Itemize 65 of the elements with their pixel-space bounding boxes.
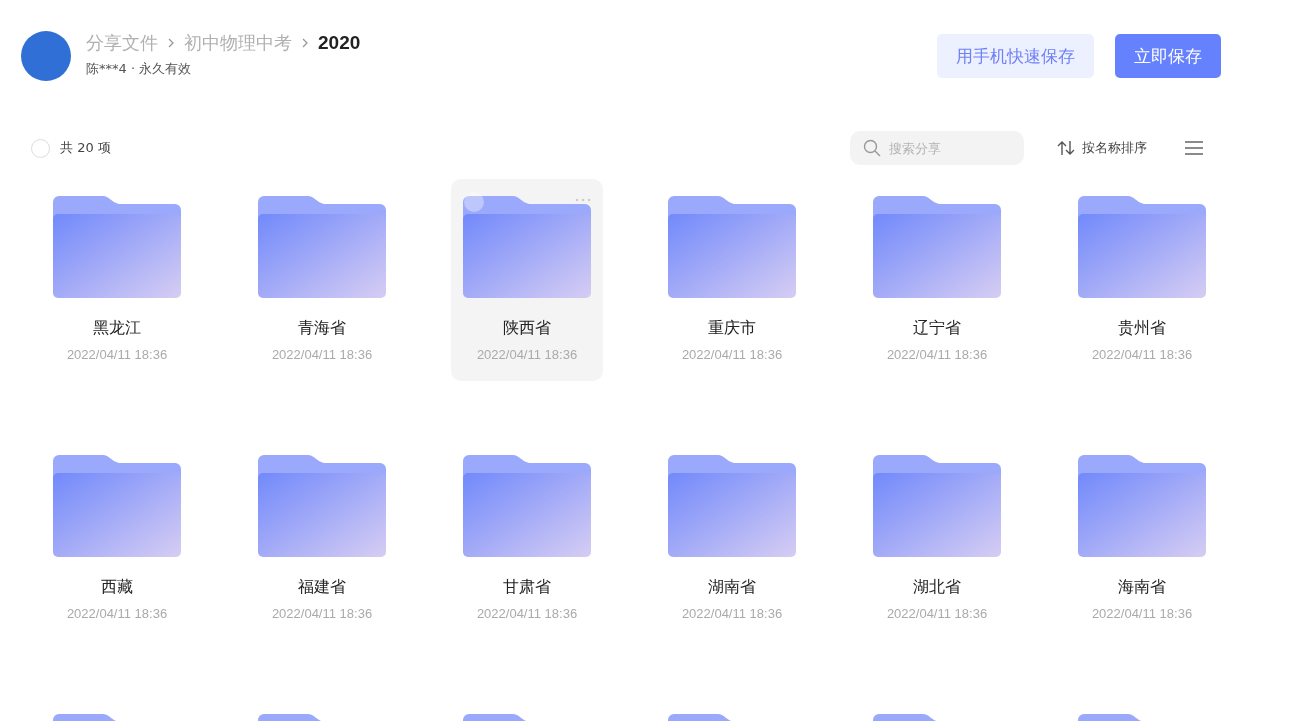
folder-card[interactable]: 湖北省 2022/04/11 18:36 — [861, 438, 1013, 640]
folder-name: 贵州省 — [1118, 318, 1166, 339]
sort-button[interactable]: 按名称排序 — [1057, 139, 1147, 157]
folder-icon — [1078, 453, 1206, 557]
folder-card[interactable]: 陕西省 2022/04/11 18:36 — [451, 179, 603, 381]
modified-date: 2022/04/11 18:36 — [271, 606, 373, 621]
folder-icon — [463, 194, 591, 298]
folder-tab-icon — [873, 712, 937, 721]
folder-icon — [873, 453, 1001, 557]
folder-card[interactable]: 海南省 2022/04/11 18:36 — [1066, 438, 1218, 640]
folder-card[interactable]: 黑龙江 2022/04/11 18:36 — [41, 179, 193, 381]
modified-date: 2022/04/11 18:36 — [886, 606, 988, 621]
folder-icon — [1078, 194, 1206, 298]
folder-name: 甘肃省 — [503, 577, 551, 598]
chevron-icon — [168, 38, 174, 48]
folder-tab-icon — [668, 712, 732, 721]
folder-icon — [463, 453, 591, 557]
folder-name: 海南省 — [1118, 577, 1166, 598]
folder-name: 陕西省 — [503, 318, 551, 339]
folder-icon — [53, 453, 181, 557]
folder-tab-icon — [53, 712, 117, 721]
folder-name: 辽宁省 — [913, 318, 961, 339]
item-count: 共 20 项 — [60, 139, 111, 157]
folder-title: 2020 — [318, 32, 361, 54]
folder-name: 黑龙江 — [93, 318, 141, 339]
list-view-icon[interactable] — [1185, 141, 1203, 155]
sort-arrows-icon — [1057, 140, 1075, 156]
folder-name: 西藏 — [101, 577, 133, 598]
folder-name: 重庆市 — [708, 318, 756, 339]
folder-tab-icon — [258, 712, 322, 721]
folder-icon — [668, 453, 796, 557]
folder-card[interactable]: 甘肃省 2022/04/11 18:36 — [451, 438, 603, 640]
folder-card[interactable]: 贵州省 2022/04/11 18:36 — [1066, 179, 1218, 381]
folder-card[interactable]: 重庆市 2022/04/11 18:36 — [656, 179, 808, 381]
folder-name: 湖北省 — [913, 577, 961, 598]
chevron-icon — [302, 38, 308, 48]
modified-date: 2022/04/11 18:36 — [476, 347, 578, 362]
folder-name: 福建省 — [298, 577, 346, 598]
modified-date: 2022/04/11 18:36 — [681, 606, 783, 621]
modified-date: 2022/04/11 18:36 — [1091, 606, 1193, 621]
modified-date: 2022/04/11 18:36 — [886, 347, 988, 362]
share-info: 陈***4 · 永久有效 — [86, 60, 193, 78]
folder-card[interactable]: 青海省 2022/04/11 18:36 — [246, 179, 398, 381]
modified-date: 2022/04/11 18:36 — [271, 347, 373, 362]
folder-icon — [53, 194, 181, 298]
folder-icon — [668, 194, 796, 298]
modified-date: 2022/04/11 18:36 — [66, 347, 168, 362]
modified-date: 2022/04/11 18:36 — [66, 606, 168, 621]
folder-card[interactable]: 辽宁省 2022/04/11 18:36 — [861, 179, 1013, 381]
folder-name: 湖南省 — [708, 577, 756, 598]
folder-card[interactable]: 湖南省 2022/04/11 18:36 — [656, 438, 808, 640]
modified-date: 2022/04/11 18:36 — [681, 347, 783, 362]
modified-date: 2022/04/11 18:36 — [476, 606, 578, 621]
folder-icon — [873, 194, 1001, 298]
folder-icon — [258, 194, 386, 298]
folder-card[interactable]: 福建省 2022/04/11 18:36 — [246, 438, 398, 640]
folder-tab-icon — [1078, 712, 1142, 721]
modified-date: 2022/04/11 18:36 — [1091, 347, 1193, 362]
folder-card[interactable]: 西藏 2022/04/11 18:36 — [41, 438, 193, 640]
folder-icon — [258, 453, 386, 557]
folder-name: 青海省 — [298, 318, 346, 339]
search-field[interactable]: 搜索分享 — [850, 131, 1024, 165]
more-icon[interactable] — [575, 198, 591, 202]
avatar-image — [21, 31, 71, 81]
folder-tab-icon — [463, 712, 527, 721]
